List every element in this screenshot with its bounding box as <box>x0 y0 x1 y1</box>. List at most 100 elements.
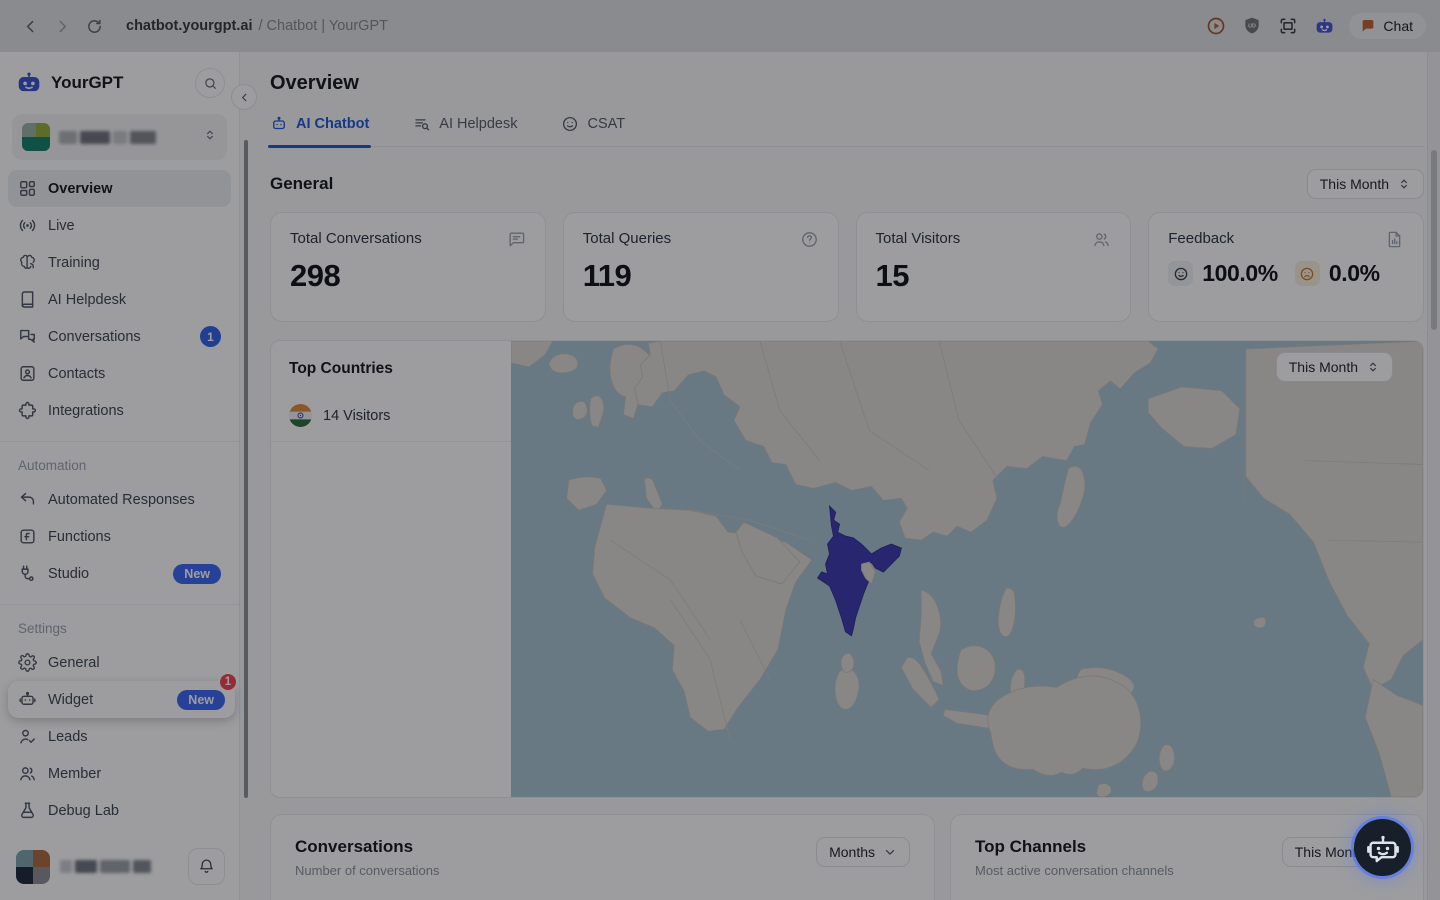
sidebar-item-label: Studio <box>48 566 89 582</box>
user-avatar[interactable] <box>16 850 50 884</box>
sidebar-item-label: Member <box>48 766 101 782</box>
sidebar-item-label: AI Helpdesk <box>48 292 126 308</box>
map-period-select[interactable]: This Month <box>1276 352 1393 382</box>
sidebar-item-contacts[interactable]: Contacts <box>8 355 231 392</box>
top-countries-panel: Top Countries 14 Visitors <box>271 341 511 797</box>
stat-card-feedback: Feedback 100.0% 0.0% <box>1148 212 1424 322</box>
conversations-card-subtitle: Number of conversations <box>295 863 440 878</box>
record-extension-icon[interactable] <box>1205 15 1227 37</box>
sidebar-item-label: Leads <box>48 729 88 745</box>
tab-label: AI Chatbot <box>296 116 369 132</box>
sidebar-item-studio[interactable]: Studio New <box>8 555 231 592</box>
sidebar-scrollbar[interactable] <box>244 140 248 798</box>
selector-updown-icon <box>1366 360 1380 374</box>
sidebar-item-general[interactable]: General <box>8 644 231 681</box>
shield-extension-icon[interactable]: UD <box>1241 15 1263 37</box>
sidebar-item-label: Training <box>48 255 100 271</box>
top-channels-card: Top Channels Most active conversation ch… <box>950 814 1424 900</box>
notifications-button[interactable] <box>188 848 225 885</box>
stat-value: 298 <box>290 258 526 294</box>
browser-forward-button[interactable] <box>46 10 78 42</box>
sidebar-item-ai-helpdesk[interactable]: AI Helpdesk <box>8 281 231 318</box>
top-countries-title: Top Countries <box>289 360 493 378</box>
back-arrow-icon <box>22 18 39 35</box>
sidebar-item-conversations[interactable]: Conversations 1 <box>8 318 231 355</box>
sidebar-search-button[interactable] <box>195 68 225 98</box>
smiley-icon <box>561 115 579 133</box>
help-circle-icon <box>800 230 819 249</box>
sidebar-item-label: Widget <box>48 692 93 708</box>
svg-text:UD: UD <box>1249 23 1257 29</box>
tab-ai-chatbot[interactable]: AI Chatbot <box>270 115 369 146</box>
brand-logo[interactable]: YourGPT <box>16 70 123 96</box>
list-search-icon <box>413 115 431 133</box>
url-host: chatbot.yourgpt.ai <box>126 18 252 34</box>
studio-new-badge: New <box>173 564 221 584</box>
stat-label: Total Queries <box>583 230 671 247</box>
sidebar-item-label: Automated Responses <box>48 492 195 508</box>
conversations-period-select[interactable]: Months <box>816 837 910 867</box>
sidebar: YourGPT Overview <box>0 52 240 900</box>
sidebar-item-training[interactable]: Training <box>8 244 231 281</box>
sidebar-item-automated-responses[interactable]: Automated Responses <box>8 481 231 518</box>
sidebar-item-debug-lab[interactable]: Debug Lab <box>8 792 231 829</box>
browser-chat-button[interactable]: Chat <box>1349 13 1426 39</box>
person-check-icon <box>18 727 37 746</box>
negative-frown-icon <box>1295 261 1320 286</box>
country-row-india[interactable]: 14 Visitors <box>271 390 511 442</box>
flask-icon <box>18 801 37 820</box>
stat-label: Feedback <box>1168 230 1234 247</box>
conversations-icon <box>18 327 37 346</box>
general-period-select[interactable]: This Month <box>1307 169 1424 199</box>
robot-tab-icon <box>270 115 288 133</box>
page-title: Overview <box>270 52 1424 95</box>
sidebar-item-integrations[interactable]: Integrations <box>8 392 231 429</box>
tab-ai-helpdesk[interactable]: AI Helpdesk <box>413 115 517 146</box>
world-map[interactable]: This Month <box>511 341 1423 797</box>
conversations-count-badge: 1 <box>200 326 221 347</box>
negative-feedback-value: 0.0% <box>1329 260 1380 287</box>
stat-label: Total Visitors <box>876 230 961 247</box>
user-name-redacted <box>60 860 151 873</box>
sidebar-item-widget[interactable]: Widget New 1 <box>8 681 235 718</box>
stat-label: Total Conversations <box>290 230 422 247</box>
browser-reload-button[interactable] <box>78 10 110 42</box>
sidebar-collapse-button[interactable] <box>231 84 257 110</box>
period-value: This Month <box>1320 176 1389 192</box>
people-icon <box>18 764 37 783</box>
book-icon <box>18 290 37 309</box>
top-channels-title: Top Channels <box>975 837 1174 857</box>
sidebar-item-member[interactable]: Member <box>8 755 231 792</box>
gear-icon <box>18 653 37 672</box>
browser-back-button[interactable] <box>14 10 46 42</box>
address-bar[interactable]: chatbot.yourgpt.ai / Chatbot | YourGPT <box>126 18 388 34</box>
tab-label: AI Helpdesk <box>439 116 517 132</box>
widget-notification-badge: 1 <box>218 672 238 692</box>
page-title-in-url: / Chatbot | YourGPT <box>258 18 388 34</box>
tab-label: CSAT <box>587 116 625 132</box>
sidebar-item-label: General <box>48 655 100 671</box>
main-scrollbar-thumb[interactable] <box>1431 150 1437 330</box>
period-value: This Month <box>1289 359 1358 375</box>
sidebar-item-functions[interactable]: Functions <box>8 518 231 555</box>
chevron-left-icon <box>239 92 250 103</box>
workspace-caret-icon <box>203 128 217 147</box>
brand-name: YourGPT <box>51 73 123 93</box>
robot-face-icon <box>1365 830 1401 866</box>
tab-csat[interactable]: CSAT <box>561 115 625 146</box>
sidebar-item-live[interactable]: Live <box>8 207 231 244</box>
country-visitors: 14 Visitors <box>323 408 390 424</box>
screenshot-extension-icon[interactable] <box>1277 15 1299 37</box>
forward-arrow-icon <box>54 18 71 35</box>
puzzle-icon <box>18 401 37 420</box>
period-value: Months <box>829 844 875 860</box>
sidebar-item-label: Conversations <box>48 329 141 345</box>
users-icon <box>1092 230 1111 249</box>
sidebar-item-leads[interactable]: Leads <box>8 718 231 755</box>
yourgpt-extension-icon[interactable] <box>1313 15 1335 37</box>
chevron-down-icon <box>883 845 897 859</box>
sidebar-item-label: Debug Lab <box>48 803 119 819</box>
chat-widget-launcher[interactable] <box>1354 819 1411 876</box>
workspace-selector[interactable] <box>12 114 227 160</box>
sidebar-item-overview[interactable]: Overview <box>8 170 231 207</box>
